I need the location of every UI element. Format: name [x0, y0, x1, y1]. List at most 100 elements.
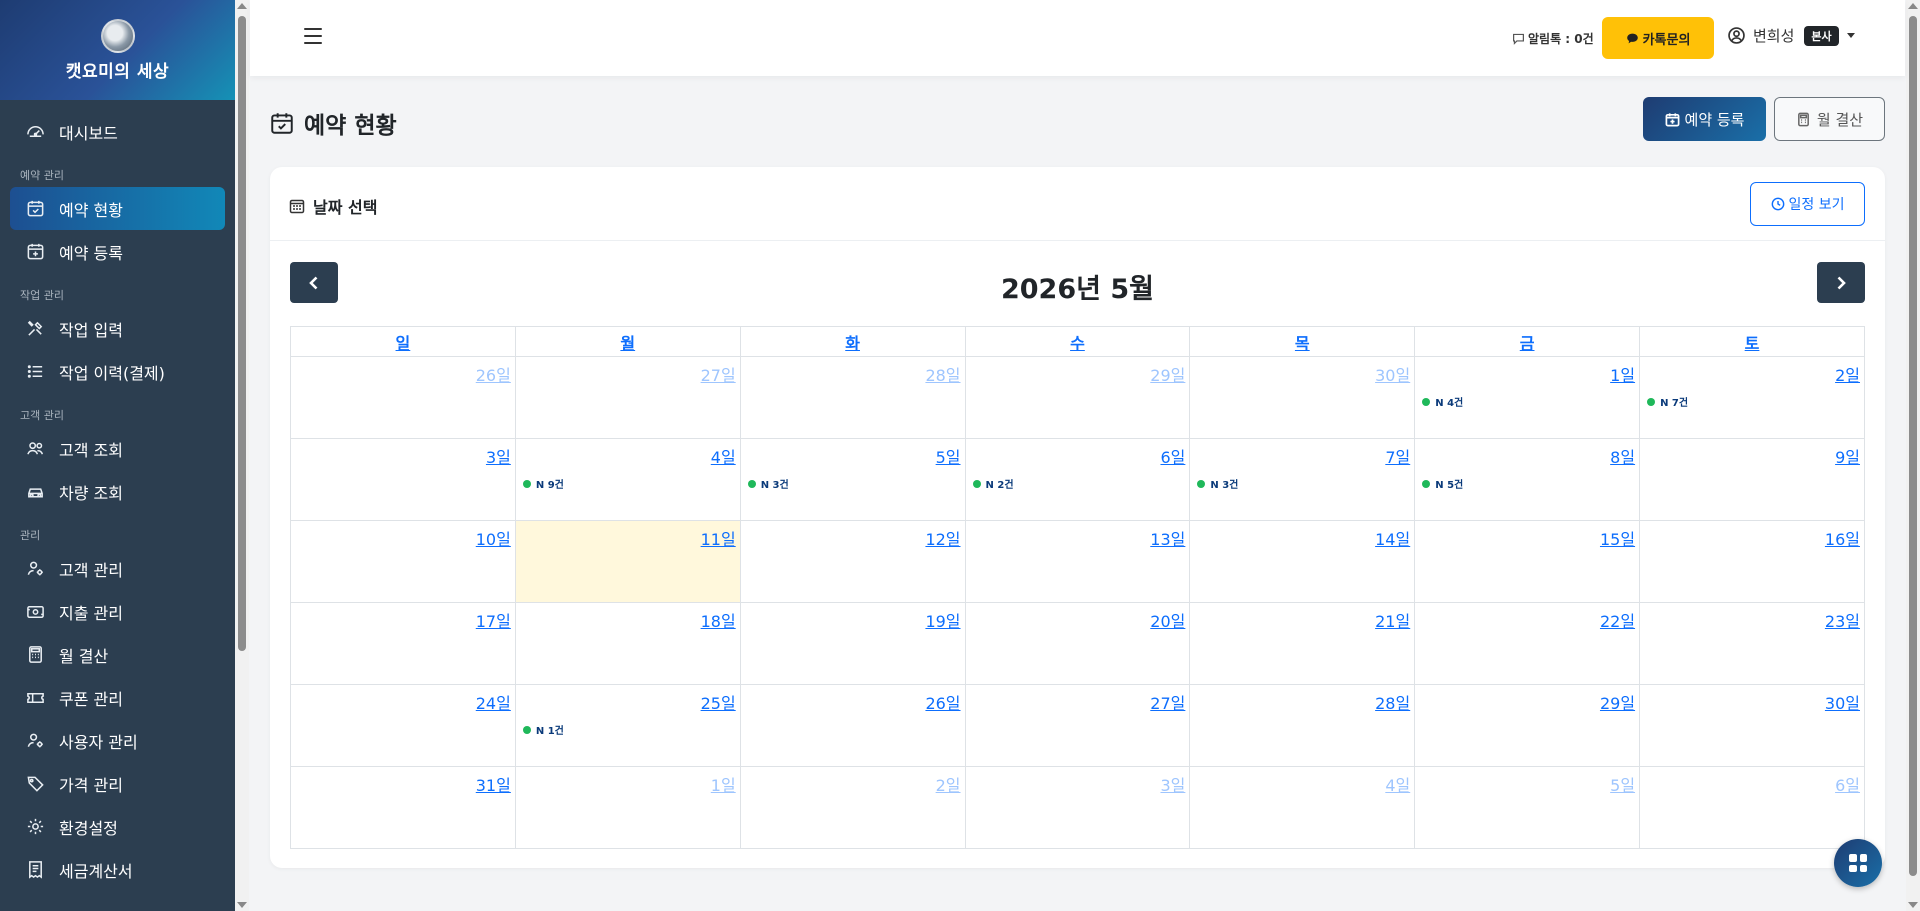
calendar-day-cell[interactable]: 2일 N 7건 — [1639, 356, 1865, 439]
sidebar-item-price-manage[interactable]: 가격 관리 — [10, 762, 225, 805]
calendar-day-cell[interactable]: 13일 — [964, 520, 1191, 603]
day-number-link[interactable]: 5일 — [1610, 776, 1635, 795]
quick-menu-button[interactable] — [1834, 839, 1882, 887]
day-number-link[interactable]: 4일 — [711, 448, 736, 467]
weekday-header[interactable]: 일 — [290, 326, 516, 357]
calendar-day-cell[interactable]: 31일 — [290, 766, 516, 849]
calendar-day-cell[interactable]: 2일 — [739, 766, 966, 849]
calendar-day-cell[interactable]: 8일 N 5건 — [1414, 438, 1641, 521]
calendar-day-cell[interactable]: 15일 — [1414, 520, 1641, 603]
day-number-link[interactable]: 20일 — [1150, 612, 1185, 631]
calendar-day-cell[interactable]: 16일 — [1639, 520, 1865, 603]
calendar-day-cell[interactable]: 1일 N 4건 — [1414, 356, 1641, 439]
sidebar-item-vehicle-search[interactable]: 차량 조회 — [10, 470, 225, 513]
day-number-link[interactable]: 21일 — [1375, 612, 1410, 631]
day-number-link[interactable]: 3일 — [1160, 776, 1185, 795]
calendar-day-cell[interactable]: 5일 N 3건 — [739, 438, 966, 521]
weekday-header[interactable]: 금 — [1414, 326, 1641, 357]
calendar-day-cell[interactable]: 17일 — [290, 602, 516, 685]
calendar-day-cell[interactable]: 7일 N 3건 — [1189, 438, 1416, 521]
reservation-count-badge[interactable]: N 9건 — [522, 476, 564, 491]
calendar-day-cell[interactable]: 29일 — [1414, 684, 1641, 767]
sidebar-item-dashboard[interactable]: 대시보드 — [10, 110, 225, 153]
day-number-link[interactable]: 24일 — [476, 694, 511, 713]
sidebar-item-reservation-register[interactable]: 예약 등록 — [10, 230, 225, 273]
day-number-link[interactable]: 27일 — [701, 366, 736, 385]
day-number-link[interactable]: 30일 — [1825, 694, 1860, 713]
day-number-link[interactable]: 28일 — [925, 366, 960, 385]
reservation-count-badge[interactable]: N 1건 — [522, 722, 564, 737]
day-number-link[interactable]: 30일 — [1375, 366, 1410, 385]
day-number-link[interactable]: 7일 — [1385, 448, 1410, 467]
day-number-link[interactable]: 25일 — [701, 694, 736, 713]
weekday-header[interactable]: 토 — [1639, 326, 1865, 357]
scrollbar-thumb[interactable] — [238, 16, 246, 651]
brand[interactable]: 캣요미의 세상 — [0, 0, 235, 100]
sidebar-item-reservation-status[interactable]: 예약 현황 — [10, 187, 225, 230]
reservation-count-badge[interactable]: N 3건 — [747, 476, 789, 491]
calendar-day-cell[interactable]: 20일 — [964, 602, 1191, 685]
sidebar-item-expense-manage[interactable]: 지출 관리 — [10, 590, 225, 633]
day-number-link[interactable]: 14일 — [1375, 530, 1410, 549]
sidebar-scrollbar[interactable] — [235, 0, 249, 911]
sidebar-item-work-input[interactable]: 작업 입력 — [10, 307, 225, 350]
day-number-link[interactable]: 1일 — [1610, 366, 1635, 385]
calendar-day-cell[interactable]: 29일 — [964, 356, 1191, 439]
sidebar-item-customer-manage[interactable]: 고객 관리 — [10, 547, 225, 590]
menu-toggle-icon[interactable] — [304, 28, 322, 44]
calendar-day-cell[interactable]: 27일 — [964, 684, 1191, 767]
calendar-day-cell[interactable]: 12일 — [739, 520, 966, 603]
chevron-down-icon[interactable] — [1846, 33, 1855, 38]
weekday-header[interactable]: 월 — [514, 326, 741, 357]
calendar-day-cell[interactable]: 26일 — [739, 684, 966, 767]
day-number-link[interactable]: 6일 — [1160, 448, 1185, 467]
sidebar-item-coupon-manage[interactable]: 쿠폰 관리 — [10, 676, 225, 719]
calendar-day-cell[interactable]: 30일 — [1189, 356, 1416, 439]
sidebar-item-work-history[interactable]: 작업 이력(결제) — [10, 350, 225, 393]
calendar-day-cell[interactable]: 26일 — [290, 356, 516, 439]
calendar-day-cell[interactable]: 19일 — [739, 602, 966, 685]
sidebar-item-user-manage[interactable]: 사용자 관리 — [10, 719, 225, 762]
day-number-link[interactable]: 22일 — [1600, 612, 1635, 631]
calendar-day-cell[interactable]: 4일 — [1189, 766, 1416, 849]
sidebar-item-settings[interactable]: 환경설정 — [10, 805, 225, 848]
reservation-count-badge[interactable]: N 3건 — [1197, 476, 1238, 491]
monthly-settlement-button[interactable]: 월 결산 — [1774, 97, 1885, 141]
day-number-link[interactable]: 11일 — [701, 530, 736, 549]
day-number-link[interactable]: 1일 — [711, 776, 736, 795]
calendar-day-cell[interactable]: 14일 — [1189, 520, 1416, 603]
calendar-day-cell[interactable]: 6일 — [1639, 766, 1865, 849]
scroll-down-arrow-icon[interactable] — [1908, 902, 1918, 908]
calendar-day-cell[interactable]: 10일 — [290, 520, 516, 603]
reservation-count-badge[interactable]: N 7건 — [1647, 394, 1688, 409]
calendar-day-cell[interactable]: 4일 N 9건 — [514, 438, 741, 521]
day-number-link[interactable]: 28일 — [1375, 694, 1410, 713]
day-number-link[interactable]: 27일 — [1150, 694, 1185, 713]
calendar-day-cell[interactable]: 5일 — [1414, 766, 1641, 849]
day-number-link[interactable]: 26일 — [476, 366, 511, 385]
day-number-link[interactable]: 2일 — [1835, 366, 1860, 385]
sidebar-item-monthly-settlement[interactable]: 월 결산 — [10, 633, 225, 676]
sidebar-item-customer-search[interactable]: 고객 조회 — [10, 427, 225, 470]
calendar-day-cell[interactable]: 1일 — [514, 766, 741, 849]
calendar-day-cell[interactable]: 3일 — [290, 438, 516, 521]
calendar-day-cell[interactable]: 6일 N 2건 — [964, 438, 1191, 521]
day-number-link[interactable]: 23일 — [1825, 612, 1860, 631]
calendar-day-cell[interactable]: 23일 — [1639, 602, 1865, 685]
calendar-day-cell[interactable]: 25일 N 1건 — [514, 684, 741, 767]
day-number-link[interactable]: 8일 — [1610, 448, 1635, 467]
calendar-day-cell[interactable]: 28일 — [739, 356, 966, 439]
day-number-link[interactable]: 6일 — [1835, 776, 1860, 795]
day-number-link[interactable]: 12일 — [925, 530, 960, 549]
day-number-link[interactable]: 3일 — [486, 448, 511, 467]
calendar-day-cell-today[interactable]: 11일 — [514, 520, 741, 603]
next-month-button[interactable] — [1817, 262, 1865, 303]
weekday-header[interactable]: 수 — [964, 326, 1191, 357]
day-number-link[interactable]: 2일 — [936, 776, 961, 795]
day-number-link[interactable]: 19일 — [925, 612, 960, 631]
main-scrollbar[interactable] — [1906, 0, 1920, 911]
user-menu[interactable]: 변희성 본사 — [1728, 25, 1855, 46]
calendar-day-cell[interactable]: 21일 — [1189, 602, 1416, 685]
day-number-link[interactable]: 13일 — [1150, 530, 1185, 549]
reservation-count-badge[interactable]: N 2건 — [972, 476, 1014, 491]
